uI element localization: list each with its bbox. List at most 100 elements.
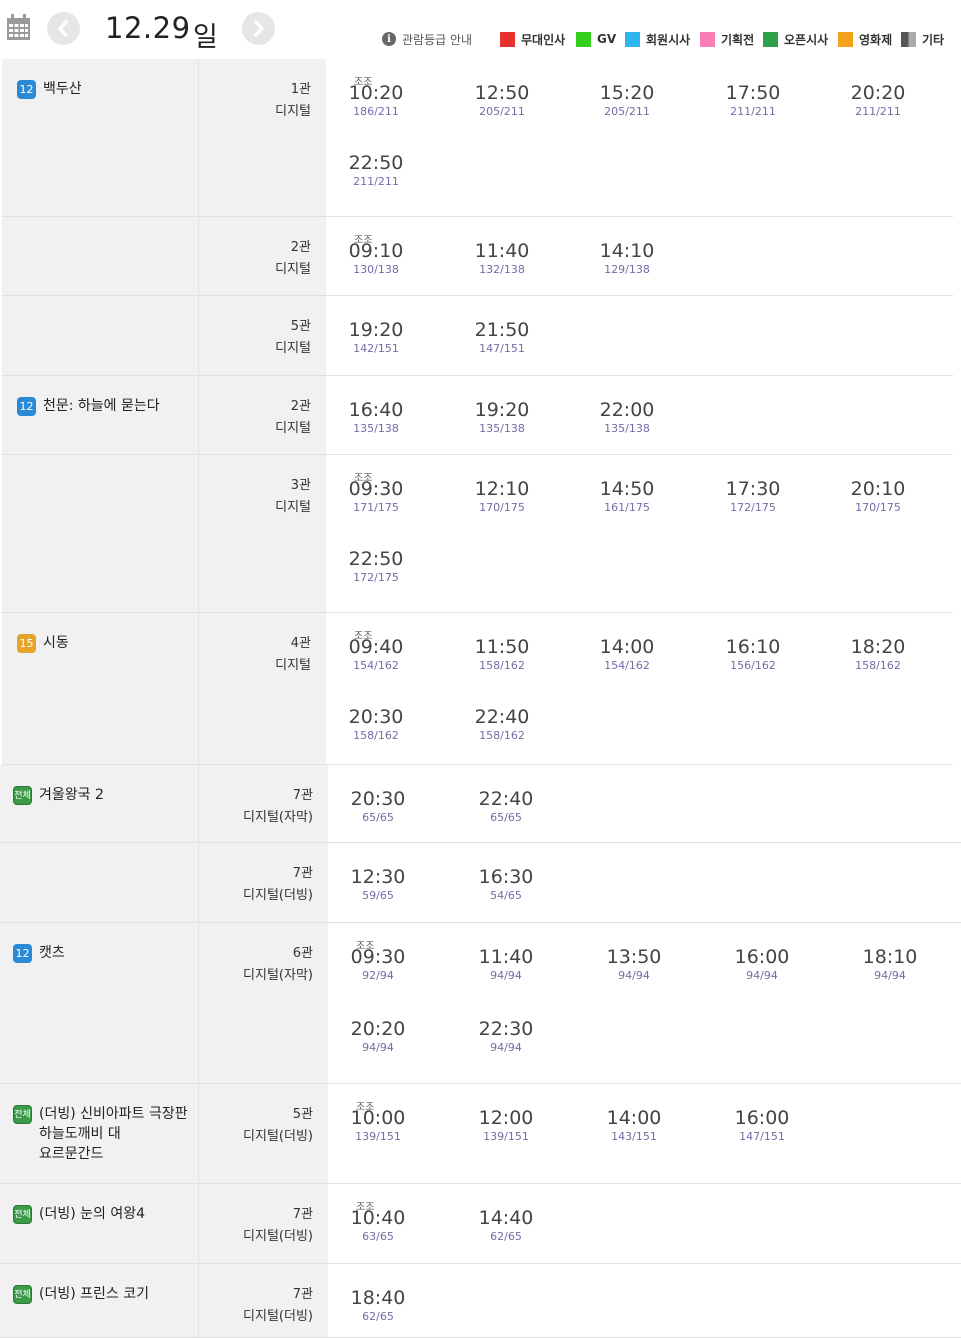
showtime-slot[interactable]: 18:10 94/94 xyxy=(840,938,940,986)
seat-availability: 158/162 xyxy=(479,729,525,742)
showtime-time: 14:50 xyxy=(599,478,655,500)
hall-name: 2관 xyxy=(290,240,311,255)
screen-format: 디지털(더빙) xyxy=(243,1309,313,1324)
showtime-time: 16:30 xyxy=(478,866,534,888)
showtime-slot[interactable]: 조조 09:10 130/138 xyxy=(326,232,426,280)
showtime-slot[interactable]: 18:20 158/162 xyxy=(828,628,928,676)
showtime-slot[interactable]: 20:10 170/175 xyxy=(828,470,928,518)
movie-title: 천문: 하늘에 묻는다 xyxy=(43,398,160,414)
showtime-slot[interactable]: 17:30 172/175 xyxy=(703,470,803,518)
showtime-slot[interactable]: 17:50 211/211 xyxy=(703,74,803,122)
movie-title-link[interactable]: 12 천문: 하늘에 묻는다 xyxy=(17,396,188,416)
showtimes-cell: 조조 10:40 63/65 14:40 62/65 xyxy=(328,1184,961,1264)
seat-availability: 205/211 xyxy=(604,105,650,118)
showtime-slot[interactable]: 11:40 132/138 xyxy=(452,232,552,280)
showtime-slot[interactable]: 조조 09:30 92/94 xyxy=(328,938,428,986)
movie-title-link[interactable]: 12 캣츠 xyxy=(13,943,188,963)
next-date-button[interactable] xyxy=(242,12,275,45)
showtime-slot[interactable]: 14:00 154/162 xyxy=(577,628,677,676)
movie-cell: 15 시동 xyxy=(2,613,198,765)
seat-availability: 94/94 xyxy=(618,969,650,982)
showtime-slot[interactable]: 16:10 156/162 xyxy=(703,628,803,676)
seat-availability: 154/162 xyxy=(604,659,650,672)
showtime-time: 13:50 xyxy=(606,946,662,968)
movie-title-link[interactable]: 15 시동 xyxy=(17,633,188,653)
showtime-slot[interactable]: 18:40 62/65 xyxy=(328,1279,428,1327)
showtime-slot[interactable]: 11:50 158/162 xyxy=(452,628,552,676)
showtime-slot[interactable]: 12:30 59/65 xyxy=(328,858,428,906)
movie-title-link[interactable]: 전체 겨울왕국 2 xyxy=(13,785,188,805)
movie-title-link[interactable]: 전체 (더빙) 신비아파트 극장판 하늘도깨비 대 요르문간드 xyxy=(13,1104,188,1164)
hall-cell: 2관 디지털 xyxy=(198,217,326,296)
hall-name: 7관 xyxy=(292,788,313,803)
movie-cell xyxy=(2,455,198,613)
showtime-slot[interactable]: 20:30 65/65 xyxy=(328,780,428,828)
showtime-slot[interactable]: 22:40 158/162 xyxy=(452,698,552,746)
showtime-slot[interactable]: 14:40 62/65 xyxy=(456,1199,556,1247)
showtime-slot[interactable]: 13:50 94/94 xyxy=(584,938,684,986)
showtime-slot[interactable]: 11:40 94/94 xyxy=(456,938,556,986)
calendar-icon[interactable] xyxy=(6,14,31,41)
showtime-row: 전체 (더빙) 프린스 코기 7관 디지털(더빙) 18:40 62/65 xyxy=(0,1264,961,1338)
showtime-slot[interactable]: 조조 10:40 63/65 xyxy=(328,1199,428,1247)
movie-title-link[interactable]: 전체 (더빙) 눈의 여왕4 xyxy=(13,1204,188,1224)
chevron-right-icon xyxy=(254,20,264,37)
hall-info: 4관 디지털 xyxy=(275,633,311,677)
showtime-time: 22:00 xyxy=(599,399,655,421)
seat-availability: 129/138 xyxy=(604,263,650,276)
selected-date: 12.29 xyxy=(105,11,191,45)
showtime-slot[interactable]: 14:00 143/151 xyxy=(584,1099,684,1147)
showtime-slot[interactable]: 14:10 129/138 xyxy=(577,232,677,280)
showtime-slot[interactable]: 20:30 158/162 xyxy=(326,698,426,746)
showtime-slot[interactable]: 22:50 172/175 xyxy=(326,540,426,588)
screen-format: 디지털(더빙) xyxy=(243,1229,313,1244)
hall-cell: 2관 디지털 xyxy=(198,376,326,455)
prev-date-button[interactable] xyxy=(47,12,80,45)
age-rating-badge: 전체 xyxy=(13,786,32,805)
showtimes-cell: 조조 10:00 139/151 12:00 139/151 14:00 143/151 16… xyxy=(328,1084,961,1184)
showtime-slot[interactable]: 16:40 135/138 xyxy=(326,391,426,439)
movie-title: 겨울왕국 2 xyxy=(39,787,104,803)
movie-cell: 전체 (더빙) 프린스 코기 xyxy=(0,1264,198,1338)
showtime-slot[interactable]: 조조 09:30 171/175 xyxy=(326,470,426,518)
showtime-slot[interactable]: 조조 10:20 186/211 xyxy=(326,74,426,122)
showtime-time: 16:00 xyxy=(734,1107,790,1129)
movie-title-link[interactable]: 12 백두산 xyxy=(17,79,188,99)
movie-cell xyxy=(0,843,198,923)
movie-title-link[interactable]: 전체 (더빙) 프린스 코기 xyxy=(13,1284,188,1304)
showtime-slot[interactable]: 16:00 94/94 xyxy=(712,938,812,986)
hall-name: 5관 xyxy=(290,319,311,334)
showtime-slot[interactable]: 조조 09:40 154/162 xyxy=(326,628,426,676)
showtime-time: 17:50 xyxy=(725,82,781,104)
showtime-slot[interactable]: 22:50 211/211 xyxy=(326,144,426,192)
movie-cell: 전체 (더빙) 신비아파트 극장판 하늘도깨비 대 요르문간드 xyxy=(0,1084,198,1184)
seat-availability: 65/65 xyxy=(362,811,394,824)
showtime-slot[interactable]: 12:00 139/151 xyxy=(456,1099,556,1147)
screen-format: 디지털 xyxy=(275,421,311,436)
seat-availability: 59/65 xyxy=(362,889,394,902)
showtimes-cell: 조조 09:30 171/175 12:10 170/175 14:50 161/175 17… xyxy=(326,455,953,613)
showtime-slot[interactable]: 20:20 211/211 xyxy=(828,74,928,122)
showtime-slot[interactable]: 19:20 142/151 xyxy=(326,311,426,359)
showtime-time: 10:00 xyxy=(350,1107,406,1129)
showtime-slot[interactable]: 22:40 65/65 xyxy=(456,780,556,828)
showtime-row: 15 시동 4관 디지털 조조 09:40 154/162 11:50 158/162 14:00… xyxy=(0,613,961,765)
showtime-slot[interactable]: 16:30 54/65 xyxy=(456,858,556,906)
showtime-slot[interactable]: 12:50 205/211 xyxy=(452,74,552,122)
rating-guide-link[interactable]: i 관람등급 안내 xyxy=(382,30,472,48)
showtime-slot[interactable]: 22:00 135/138 xyxy=(577,391,677,439)
info-icon: i xyxy=(382,32,396,46)
showtime-slot[interactable]: 15:20 205/211 xyxy=(577,74,677,122)
showtime-slot[interactable]: 조조 10:00 139/151 xyxy=(328,1099,428,1147)
legend-swatch xyxy=(500,31,515,47)
showtime-slot[interactable]: 21:50 147/151 xyxy=(452,311,552,359)
showtimes-cell: 20:30 65/65 22:40 65/65 xyxy=(328,765,961,843)
showtime-slot[interactable]: 22:30 94/94 xyxy=(456,1010,556,1058)
showtime-slot[interactable]: 20:20 94/94 xyxy=(328,1010,428,1058)
seat-availability: 139/151 xyxy=(355,1130,401,1143)
hall-name: 7관 xyxy=(292,1207,313,1222)
showtime-slot[interactable]: 14:50 161/175 xyxy=(577,470,677,518)
showtime-slot[interactable]: 19:20 135/138 xyxy=(452,391,552,439)
showtime-slot[interactable]: 16:00 147/151 xyxy=(712,1099,812,1147)
showtime-slot[interactable]: 12:10 170/175 xyxy=(452,470,552,518)
